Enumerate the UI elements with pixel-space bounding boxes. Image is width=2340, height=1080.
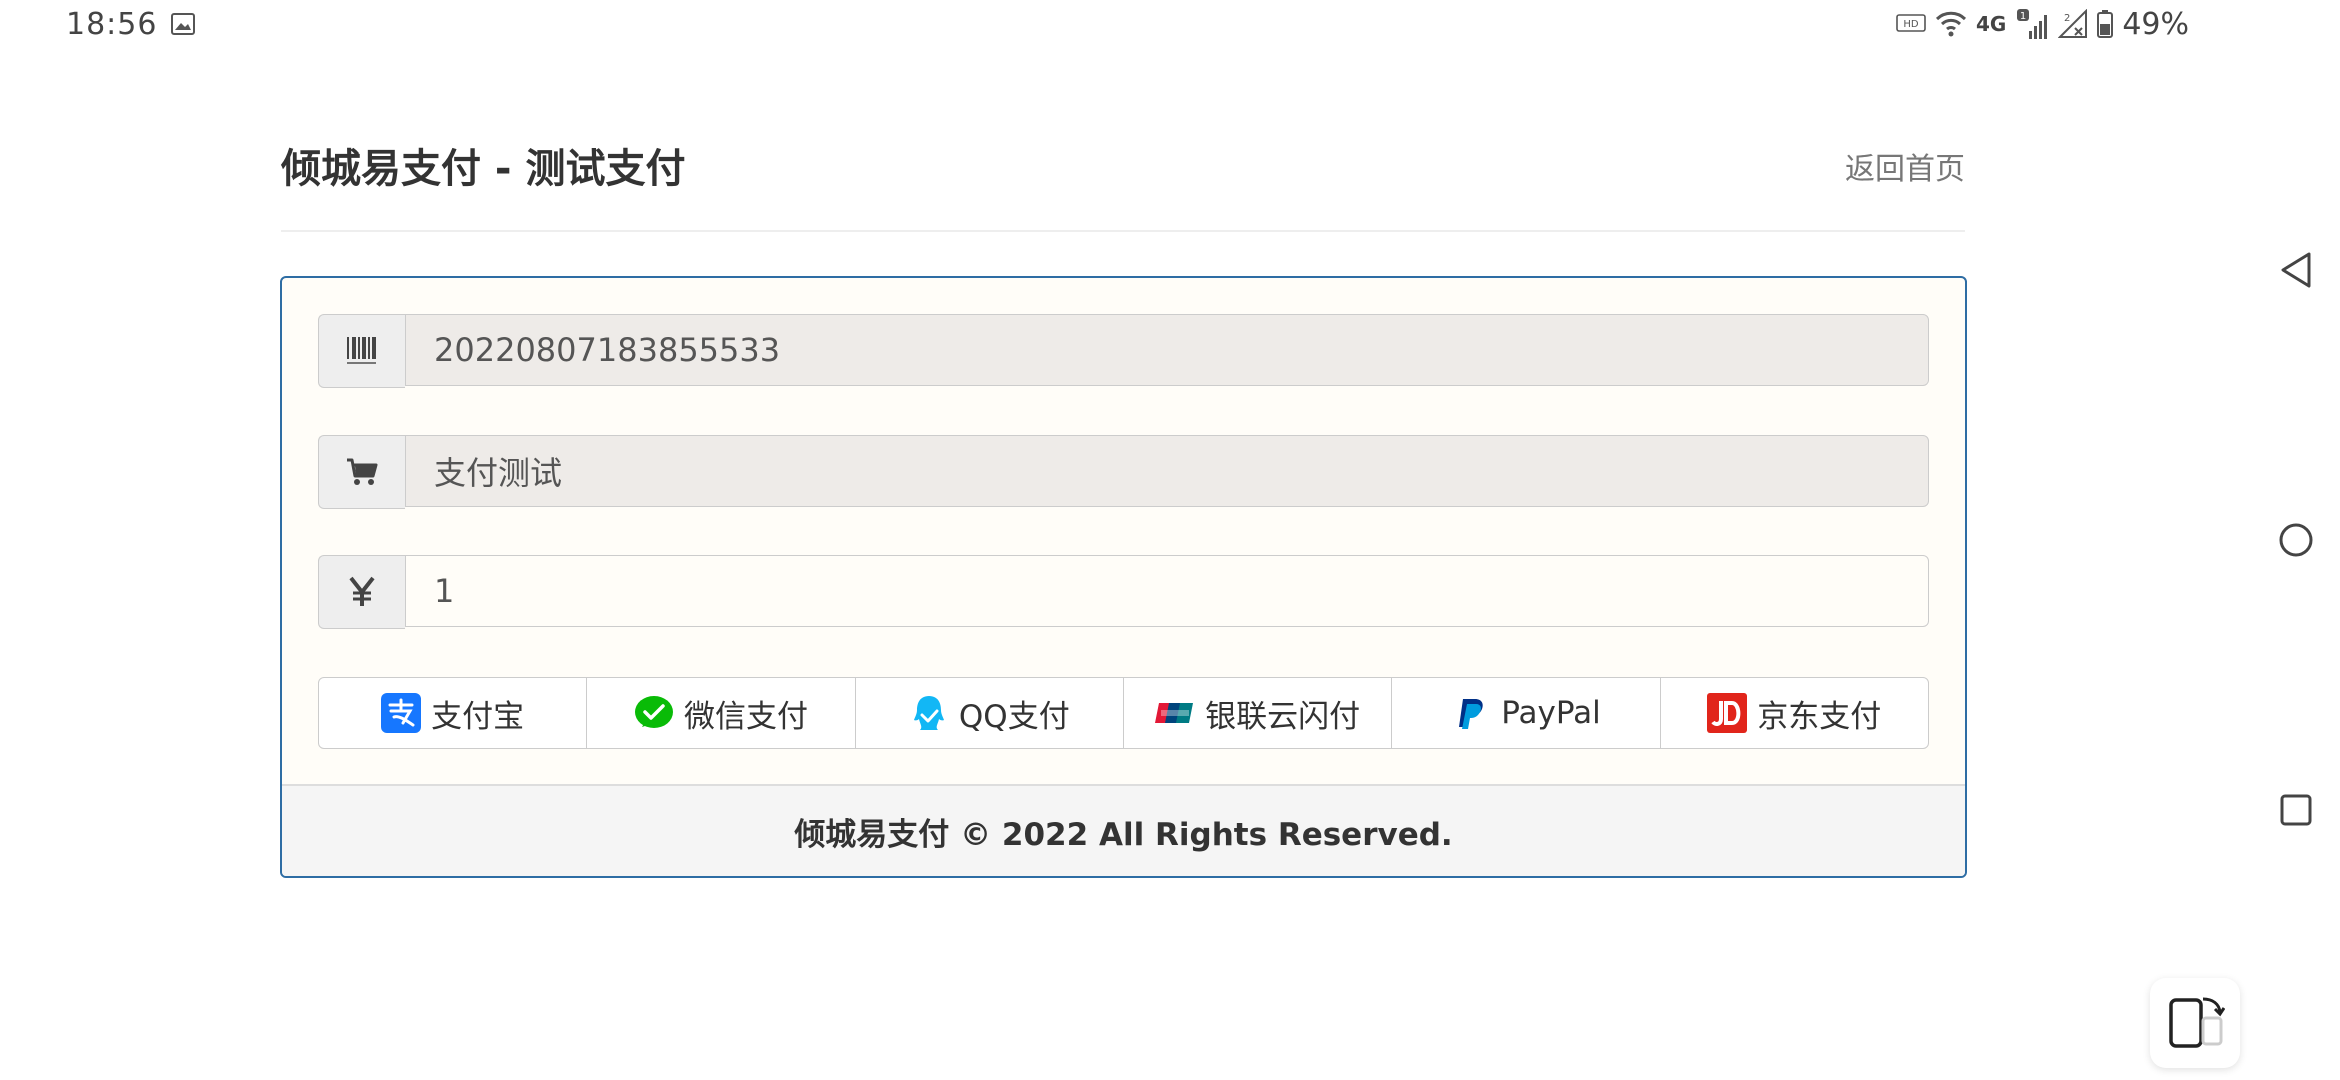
qq-pay-button[interactable]: QQ支付 xyxy=(854,677,1124,749)
product-name-field[interactable] xyxy=(405,435,1929,507)
product-name-group xyxy=(318,435,1929,509)
home-button[interactable] xyxy=(2268,512,2324,568)
wechat-pay-button[interactable]: 微信支付 xyxy=(586,677,856,749)
recent-apps-button[interactable] xyxy=(2268,782,2324,838)
status-left: 18:56 xyxy=(66,6,196,42)
jd-pay-icon xyxy=(1707,693,1748,733)
wifi-icon xyxy=(1935,11,1967,37)
hd-voice-icon: HD xyxy=(1896,14,1926,32)
page-title: 倾城易支付 - 测试支付 xyxy=(281,146,686,192)
paypal-button[interactable]: PayPal xyxy=(1391,677,1661,749)
signal-sim2-icon: 2 xyxy=(2058,9,2088,38)
jd-pay-label: 京东支付 xyxy=(1757,698,1882,735)
amount-group xyxy=(318,555,1929,629)
svg-text:1: 1 xyxy=(2020,11,2026,22)
unionpay-button[interactable]: 银联云闪付 xyxy=(1122,677,1393,749)
svg-text:2: 2 xyxy=(2064,13,2070,24)
alipay-label: 支付宝 xyxy=(431,698,525,735)
wechat-pay-label: 微信支付 xyxy=(683,698,808,735)
amount-field[interactable] xyxy=(405,555,1929,627)
unionpay-label: 银联云闪付 xyxy=(1205,698,1361,735)
qq-pay-icon xyxy=(913,696,944,730)
alipay-button[interactable]: 支付宝 xyxy=(318,677,588,749)
barcode-icon xyxy=(318,314,405,388)
screen: 18:56 HD 4G 1 2 49% 倾城易支付 - 测试支付 返回首页 20… xyxy=(0,0,2340,1080)
payment-method-buttons: 支付宝 微信支付 QQ支付 银联云闪付 PayPal 京东支付 xyxy=(318,677,1929,751)
jd-pay-button[interactable]: 京东支付 xyxy=(1659,677,1929,749)
network-type: 4G xyxy=(1975,12,2007,36)
navigation-bar xyxy=(2260,0,2340,1080)
back-triangle-icon xyxy=(2281,252,2311,288)
paypal-icon xyxy=(1459,699,1483,729)
payment-panel: 支付宝 微信支付 QQ支付 xyxy=(280,276,1967,878)
order-number-field[interactable] xyxy=(405,314,1929,386)
wechat-pay-icon xyxy=(634,696,673,728)
home-link[interactable]: 返回首页 xyxy=(1845,144,1965,188)
gallery-notification-icon xyxy=(171,13,196,35)
rotate-screen-button[interactable] xyxy=(2150,978,2240,1068)
home-circle-icon xyxy=(2279,523,2313,557)
svg-text:HD: HD xyxy=(1903,19,1919,30)
recent-square-icon xyxy=(2280,794,2312,826)
status-right: HD 4G 1 2 49% xyxy=(1896,4,2189,44)
status-time: 18:56 xyxy=(66,6,158,42)
panel-footer: 倾城易支付 © 2022 All Rights Reserved. xyxy=(282,784,1965,876)
cart-icon xyxy=(318,435,405,509)
battery-percentage: 49% xyxy=(2122,6,2189,42)
status-bar: 18:56 HD 4G 1 2 49% xyxy=(0,0,2340,48)
paypal-label: PayPal xyxy=(1501,695,1601,731)
signal-sim1-icon: 1 xyxy=(2017,9,2048,39)
alipay-icon xyxy=(381,693,422,733)
order-number-group xyxy=(318,314,1929,388)
yen-icon xyxy=(318,555,405,629)
qq-pay-label: QQ支付 xyxy=(958,698,1070,735)
back-button[interactable] xyxy=(2268,242,2324,298)
battery-icon xyxy=(2097,10,2114,38)
page-header: 倾城易支付 - 测试支付 返回首页 xyxy=(281,128,1965,232)
unionpay-icon xyxy=(1155,703,1194,723)
rotate-screen-icon xyxy=(2169,997,2225,1048)
